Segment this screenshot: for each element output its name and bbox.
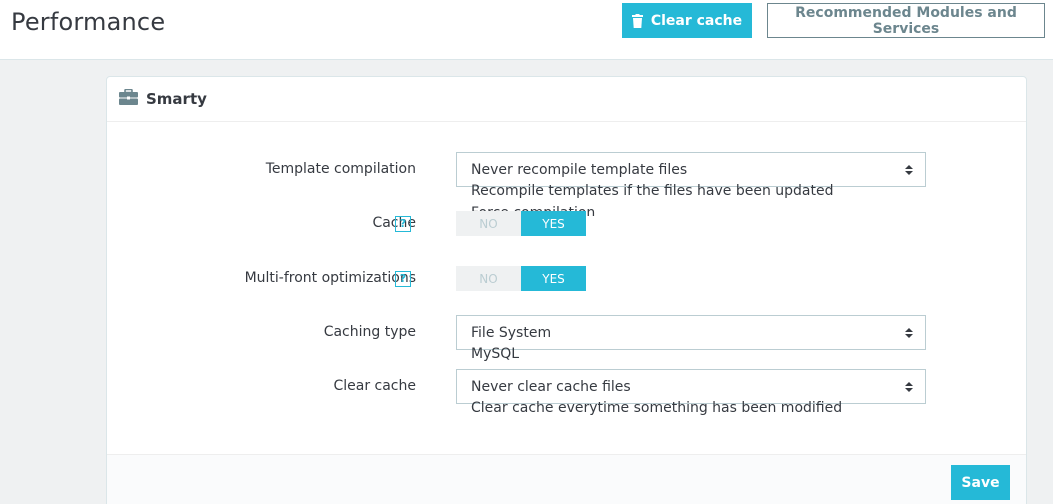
clear-cache-button[interactable]: Clear cache [622,3,752,38]
cache-toggle[interactable]: NO YES [456,211,586,236]
panel-title: Smarty [146,90,207,108]
cache-yes-option[interactable]: YES [521,211,586,236]
caching-type-value: File System [471,324,552,341]
caching-type-option[interactable]: MySQL [471,346,519,362]
clear-cache-value: Never clear cache files [471,378,631,395]
caching-type-label: Caching type [323,324,416,340]
multi-front-toggle[interactable]: NO YES [456,266,586,291]
page-header: Performance Clear cache Recommended Modu… [0,0,1053,60]
cache-help-icon[interactable]: ? [395,216,411,232]
trash-icon [631,13,643,28]
multi-front-help-icon[interactable]: ? [395,271,411,287]
caching-type-select[interactable]: File System [456,315,926,350]
multi-front-label-text: Multi-front optimizations [244,270,416,286]
template-compilation-select[interactable]: Never recompile template files [456,152,926,187]
multi-front-no-option[interactable]: NO [456,266,521,291]
template-compilation-option[interactable]: Recompile templates if the files have be… [471,183,834,199]
multi-front-label: Multi-front optimizations [245,270,416,286]
template-compilation-value: Never recompile template files [471,161,688,178]
multi-front-yes-option[interactable]: YES [521,266,586,291]
cache-no-option[interactable]: NO [456,211,521,236]
panel-heading: Smarty [107,77,1026,122]
recommended-modules-button[interactable]: Recommended Modules and Services [767,3,1045,38]
select-arrows-icon [905,165,913,175]
briefcase-icon [119,88,138,109]
panel-footer: Save [107,454,1026,504]
select-arrows-icon [905,328,913,338]
select-arrows-icon [905,382,913,392]
clear-cache-field-label: Clear cache [333,378,416,394]
page-title: Performance [11,8,166,36]
clear-cache-option[interactable]: Clear cache everytime something has been… [471,400,842,416]
template-compilation-label: Template compilation [265,161,416,177]
clear-cache-label: Clear cache [650,12,743,29]
clear-cache-select[interactable]: Never clear cache files [456,369,926,404]
save-button[interactable]: Save [951,465,1010,500]
